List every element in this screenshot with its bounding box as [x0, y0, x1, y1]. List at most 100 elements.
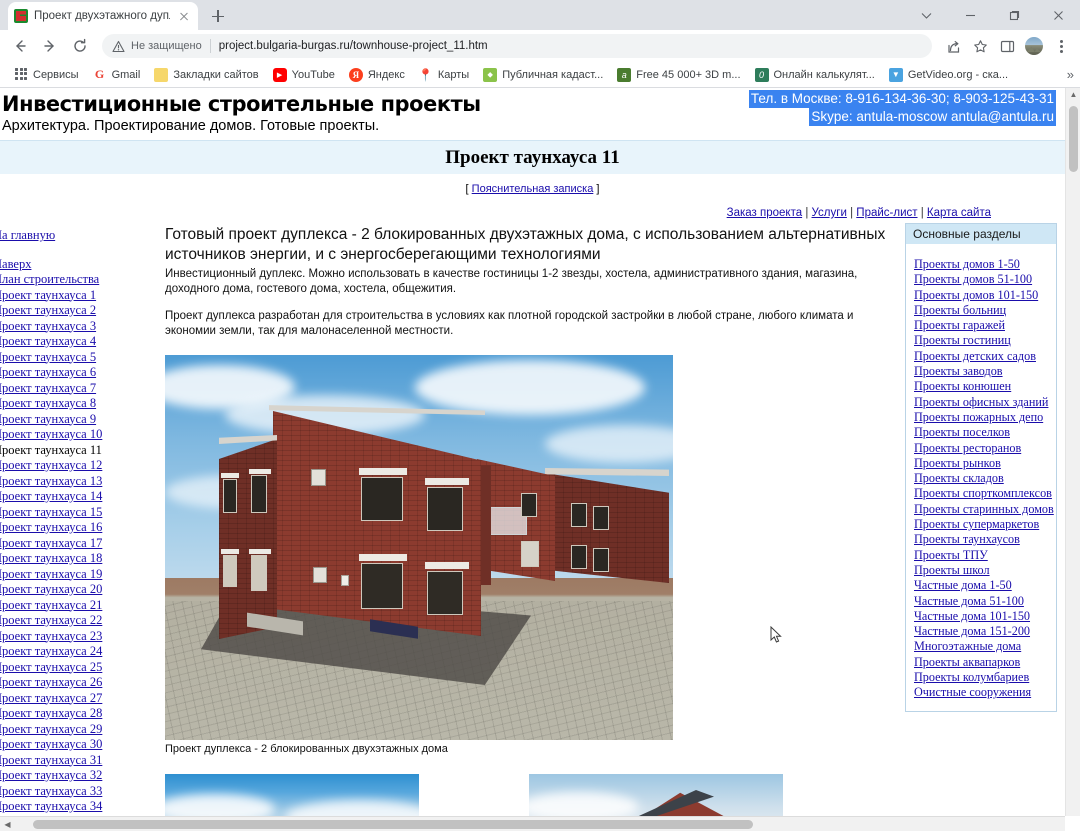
sidebar-item-townhouse[interactable]: Проект таунхауса 19 — [0, 567, 102, 583]
three-dot-menu-icon[interactable] — [1048, 33, 1074, 59]
address-bar[interactable]: Не защищено project.bulgaria-burgas.ru/t… — [102, 34, 932, 58]
right-sidebar-link[interactable]: Проекты больниц — [914, 303, 1056, 318]
bookmark-maps[interactable]: 📍 Карты — [413, 66, 475, 84]
sidebar-item-townhouse[interactable]: Проект таунхауса 25 — [0, 660, 102, 676]
sidebar-item-townhouse[interactable]: Проект таунхауса 18 — [0, 551, 102, 567]
right-sidebar-link[interactable]: Проекты гостиниц — [914, 333, 1056, 348]
right-sidebar-link[interactable]: Частные дома 1-50 — [914, 578, 1056, 593]
sidebar-item-townhouse[interactable]: Проект таунхауса 21 — [0, 598, 102, 614]
right-sidebar-link[interactable]: Очистные сооружения — [914, 685, 1056, 700]
reload-icon[interactable] — [66, 32, 94, 60]
sidebar-item-townhouse[interactable]: Проект таунхауса 7 — [0, 381, 96, 397]
star-icon[interactable] — [967, 33, 993, 59]
sidebar-item-townhouse[interactable]: Проект таунхауса 6 — [0, 365, 96, 381]
bookmark-services[interactable]: Сервисы — [8, 66, 85, 84]
bookmark-cadastre[interactable]: ⬥ Публичная кадаст... — [477, 66, 609, 84]
sidebar-item-townhouse[interactable]: Проект таунхауса 4 — [0, 334, 96, 350]
sidebar-item-townhouse[interactable]: Проект таунхауса 9 — [0, 412, 96, 428]
bookmark-folder[interactable]: Закладки сайтов — [148, 66, 264, 84]
sidebar-item-townhouse[interactable]: Проект таунхауса 33 — [0, 784, 102, 800]
right-sidebar-link[interactable]: Частные дома 51-100 — [914, 594, 1056, 609]
right-sidebar-link[interactable]: Проекты заводов — [914, 364, 1056, 379]
sidebar-item-townhouse[interactable]: Проект таунхауса 16 — [0, 520, 102, 536]
browser-tab[interactable]: Проект двухэтажного дуплекса — [8, 2, 198, 30]
sidebar-item-townhouse[interactable]: Проект таунхауса 32 — [0, 768, 102, 784]
avatar-icon[interactable] — [1021, 33, 1047, 59]
right-sidebar-link[interactable]: Проекты колумбариев — [914, 670, 1056, 685]
sidebar-item-townhouse[interactable]: Проект таунхауса 31 — [0, 753, 102, 769]
sidebar-item-townhouse[interactable]: Проект таунхауса 17 — [0, 536, 102, 552]
sidebar-item-townhouse[interactable]: Проект таунхауса 29 — [0, 722, 102, 738]
sidebar-item-townhouse[interactable]: Проект таунхауса 15 — [0, 505, 102, 521]
right-sidebar-link[interactable]: Проекты старинных домов — [914, 502, 1056, 517]
bookmark-calculator[interactable]: 0 Онлайн калькулят... — [749, 66, 881, 84]
thumbnail-image-2[interactable] — [529, 774, 783, 816]
sidebar-item-townhouse[interactable]: Проект таунхауса 26 — [0, 675, 102, 691]
right-sidebar-link[interactable]: Частные дома 101-150 — [914, 609, 1056, 624]
sidebar-item-home[interactable]: На главную — [0, 228, 85, 244]
right-sidebar-link[interactable]: Проекты офисных зданий — [914, 395, 1056, 410]
sidebar-item-townhouse[interactable]: Проект таунхауса 12 — [0, 458, 102, 474]
sidebar-item-townhouse[interactable]: Проект таунхауса 14 — [0, 489, 102, 505]
sidebar-item-townhouse[interactable]: Проект таунхауса 30 — [0, 737, 102, 753]
scroll-left-arrow-icon[interactable]: ◀ — [0, 817, 15, 831]
right-sidebar-link[interactable]: Проекты домов 101-150 — [914, 288, 1056, 303]
right-sidebar-link[interactable]: Проекты домов 51-100 — [914, 272, 1056, 287]
right-sidebar-link[interactable]: Частные дома 151-200 — [914, 624, 1056, 639]
sidebar-item-townhouse[interactable]: Проект таунхауса 22 — [0, 613, 102, 629]
sidebar-item-townhouse[interactable]: Проект таунхауса 20 — [0, 582, 102, 598]
sidebar-item-townhouse[interactable]: Проект таунхауса 8 — [0, 396, 96, 412]
sidebar-item-top[interactable]: Наверх — [0, 257, 85, 273]
sidebar-item-townhouse[interactable]: Проект таунхауса 28 — [0, 706, 102, 722]
vertical-scrollbar[interactable]: ▲ — [1065, 88, 1080, 816]
forward-arrow-icon[interactable] — [36, 32, 64, 60]
bookmark-yandex[interactable]: Я Яндекс — [343, 66, 411, 84]
share-icon[interactable] — [940, 33, 966, 59]
close-tab-icon[interactable] — [176, 8, 192, 24]
bookmark-archive3d[interactable]: a Free 45 000+ 3D m... — [611, 66, 746, 84]
bookmark-gmail[interactable]: G Gmail — [87, 66, 147, 84]
right-sidebar-link[interactable]: Многоэтажные дома — [914, 639, 1056, 654]
right-sidebar-link[interactable]: Проекты таунхаусов — [914, 532, 1056, 547]
right-sidebar-link[interactable]: Проекты конюшен — [914, 379, 1056, 394]
right-sidebar-link[interactable]: Проекты поселков — [914, 425, 1056, 440]
back-arrow-icon[interactable] — [6, 32, 34, 60]
sidebar-item-townhouse[interactable]: Проект таунхауса 27 — [0, 691, 102, 707]
sidebar-item-townhouse[interactable]: Проект таунхауса 5 — [0, 350, 96, 366]
minimize-icon[interactable] — [948, 0, 992, 30]
right-sidebar-link[interactable]: Проекты детских садов — [914, 349, 1056, 364]
right-sidebar-link[interactable]: Проекты аквапарков — [914, 655, 1056, 670]
link-sitemap[interactable]: Карта сайта — [927, 207, 991, 219]
right-sidebar-link[interactable]: Проекты супермаркетов — [914, 517, 1056, 532]
bookmark-getvideo[interactable]: ▼ GetVideo.org - ска... — [883, 66, 1014, 84]
side-panel-icon[interactable] — [994, 33, 1020, 59]
right-sidebar-link[interactable]: Проекты школ — [914, 563, 1056, 578]
maximize-icon[interactable] — [992, 0, 1036, 30]
sidebar-item-townhouse[interactable]: Проект таунхауса 2 — [0, 303, 96, 319]
close-window-icon[interactable] — [1036, 0, 1080, 30]
sidebar-item-townhouse[interactable]: Проект таунхауса 3 — [0, 319, 96, 335]
right-sidebar-link[interactable]: Проекты пожарных депо — [914, 410, 1056, 425]
right-sidebar-link[interactable]: Проекты спорткомплексов — [914, 486, 1056, 501]
link-price-list[interactable]: Прайс-лист — [856, 207, 917, 219]
horizontal-scrollbar[interactable]: ◀ — [0, 816, 1065, 831]
main-building-image[interactable] — [165, 355, 673, 740]
right-sidebar-link[interactable]: Проекты складов — [914, 471, 1056, 486]
right-sidebar-link[interactable]: Проекты домов 1-50 — [914, 257, 1056, 272]
sidebar-item-townhouse[interactable]: Проект таунхауса 24 — [0, 644, 102, 660]
link-services[interactable]: Услуги — [812, 207, 847, 219]
thumbnail-image-1[interactable] — [165, 774, 419, 816]
bookmark-youtube[interactable]: ▶ YouTube — [267, 66, 341, 84]
new-tab-button[interactable] — [204, 2, 232, 30]
right-sidebar-link[interactable]: Проекты рынков — [914, 456, 1056, 471]
sidebar-item-townhouse[interactable]: Проект таунхауса 34 — [0, 799, 102, 815]
sidebar-item-townhouse[interactable]: Проект таунхауса 23 — [0, 629, 102, 645]
scroll-up-arrow-icon[interactable]: ▲ — [1066, 88, 1080, 102]
right-sidebar-link[interactable]: Проекты ТПУ — [914, 548, 1056, 563]
sidebar-item-townhouse[interactable]: Проект таунхауса 1 — [0, 288, 96, 304]
sidebar-item-townhouse[interactable]: Проект таунхауса 13 — [0, 474, 102, 490]
link-order-project[interactable]: Заказ проекта — [727, 207, 802, 219]
right-sidebar-link[interactable]: Проекты ресторанов — [914, 441, 1056, 456]
horizontal-scroll-thumb[interactable] — [33, 819, 753, 829]
sidebar-item-townhouse[interactable]: Проект таунхауса 10 — [0, 427, 102, 443]
